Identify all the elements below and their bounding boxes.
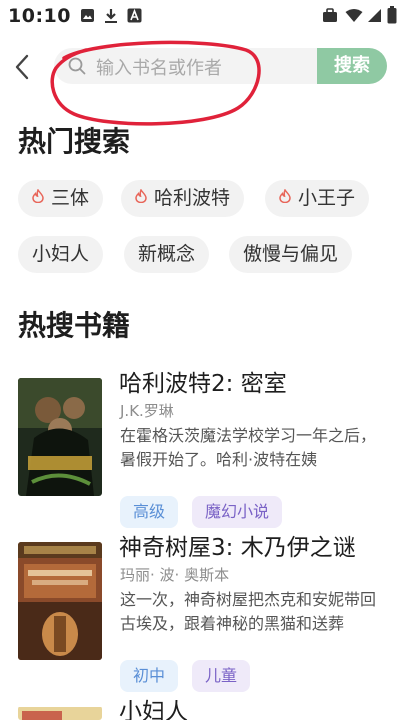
briefcase-icon	[322, 8, 338, 27]
flame-icon	[135, 179, 147, 216]
search-placeholder: 输入书名或作者	[96, 58, 222, 79]
search-button[interactable]: 搜索	[317, 48, 387, 84]
book-item[interactable]: 神奇树屋3: 木乃伊之谜 玛丽· 波· 奥斯本 这一次，神奇树屋把杰克和安妮带回…	[18, 528, 390, 698]
hot-chip-new-concept[interactable]: 新概念	[124, 236, 210, 273]
signal-icon	[367, 8, 382, 27]
book-item[interactable]: 哈利波特2: 密室 J.K.罗琳 在霍格沃茨魔法学校学习一年之后，暑假开始了。哈…	[18, 364, 390, 534]
search-icon	[68, 57, 86, 79]
hot-search-title: 热门搜索	[18, 125, 131, 158]
book-title: 哈利波特2: 密室	[119, 371, 287, 397]
flame-icon	[32, 179, 44, 216]
status-time: 10:10	[8, 5, 71, 27]
book-title: 神奇树屋3: 木乃伊之谜	[119, 535, 356, 561]
hot-books-title: 热搜书籍	[18, 309, 131, 342]
book-author: J.K.罗琳	[120, 402, 174, 420]
hot-chip-little-prince[interactable]: 小王子	[265, 179, 370, 217]
book-tag: 高级	[120, 496, 179, 528]
battery-icon	[387, 6, 397, 28]
download-icon	[104, 8, 118, 28]
chip-label: 傲慢与偏见	[243, 243, 339, 265]
book-tag: 初中	[120, 660, 179, 692]
image-icon	[80, 8, 95, 27]
hot-chip-harry-potter[interactable]: 哈利波特	[121, 179, 245, 217]
book-author: 玛丽· 波· 奥斯本	[120, 566, 230, 584]
hot-chip-santi[interactable]: 三体	[18, 179, 104, 217]
book-cover-little-women	[18, 706, 102, 720]
back-button[interactable]	[10, 52, 36, 82]
flame-icon	[279, 179, 291, 216]
book-title: 小妇人	[119, 699, 188, 720]
search-input[interactable]: 输入书名或作者	[54, 48, 318, 84]
chip-label: 哈利波特	[154, 187, 231, 209]
book-cover-harry-potter	[18, 378, 102, 496]
chip-label: 三体	[51, 187, 90, 209]
chevron-left-icon	[15, 54, 29, 80]
book-cover-magic-tree-house	[18, 542, 102, 660]
hot-chip-little-women[interactable]: 小妇人	[18, 236, 104, 273]
book-item[interactable]: 小妇人	[18, 692, 390, 720]
a-icon	[127, 8, 142, 27]
wifi-icon	[345, 8, 363, 27]
book-description: 这一次，神奇树屋把杰克和安妮带回古埃及，跟着神秘的黑猫和送葬	[120, 590, 377, 633]
chip-label: 新概念	[138, 243, 196, 265]
book-description: 在霍格沃茨魔法学校学习一年之后，暑假开始了。哈利·波特在姨	[120, 426, 377, 469]
status-bar: 10:10	[0, 0, 405, 34]
chip-label: 小王子	[298, 187, 356, 209]
book-tag: 魔幻小说	[192, 496, 283, 528]
book-tag: 儿童	[192, 660, 251, 692]
chip-label: 小妇人	[32, 243, 90, 265]
hot-chip-pride-prejudice[interactable]: 傲慢与偏见	[229, 236, 353, 273]
